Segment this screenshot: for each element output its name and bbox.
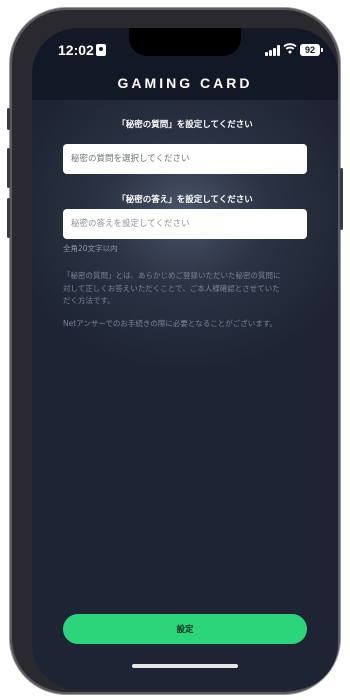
battery-icon: 92 — [300, 44, 323, 56]
description-line: 対して正しくお答えいただくことで、ご本人様確認とさせていた — [63, 283, 280, 293]
wifi-icon — [283, 43, 297, 54]
submit-button[interactable]: 設定 — [63, 614, 307, 644]
signal-icon — [265, 45, 281, 56]
note-text: Netアンサーでのお手続きの際に必要となることがございます。 — [63, 319, 277, 328]
app-header: GAMING CARD — [32, 72, 338, 100]
status-time: 12:02 — [58, 42, 94, 58]
app-screen: 12:02 92 GAMING CARD 「秘密の質問」を設定してください 「秘… — [32, 28, 338, 690]
secret-question-select[interactable] — [63, 144, 307, 174]
question-label: 「秘密の質問」を設定してください — [117, 120, 253, 130]
camera-notch — [129, 28, 241, 56]
id-card-icon — [96, 44, 106, 56]
volume-down-button — [7, 198, 10, 238]
app-title: GAMING CARD — [117, 75, 253, 91]
answer-label: 「秘密の答え」を設定してください — [117, 195, 253, 205]
home-indicator — [132, 664, 238, 668]
power-button — [340, 168, 343, 230]
description-text: 「秘密の質問」とは、あらかじめご登録いただいた秘密の質問に 対して正しくお答えい… — [63, 270, 309, 308]
description-line: だく方法です。 — [63, 296, 115, 305]
secret-answer-input[interactable] — [63, 209, 307, 239]
volume-up-button — [7, 148, 10, 188]
description-line: 「秘密の質問」とは、あらかじめご登録いただいた秘密の質問に — [63, 271, 281, 280]
mute-switch — [7, 108, 10, 130]
answer-hint: 全角20文字以内 — [63, 244, 118, 253]
